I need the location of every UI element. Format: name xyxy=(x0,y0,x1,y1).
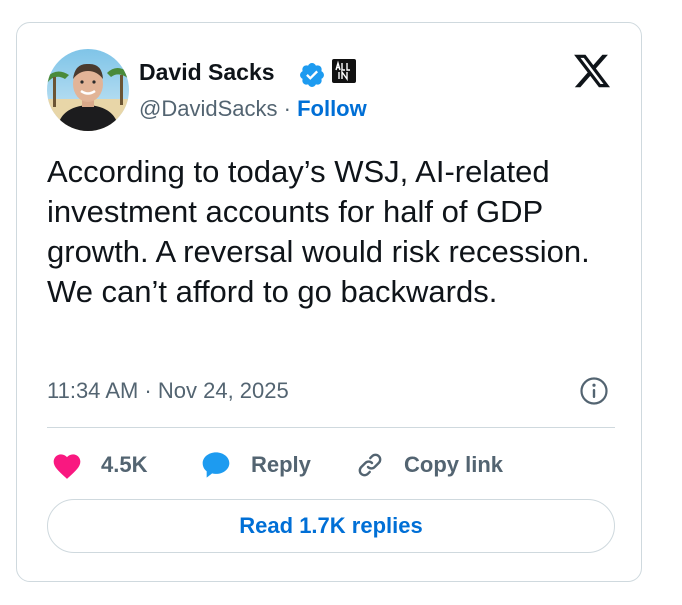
handle-row: @DavidSacks · Follow xyxy=(139,96,367,122)
follow-link[interactable]: Follow xyxy=(297,96,367,121)
copy-link-label: Copy link xyxy=(404,452,504,477)
link-icon xyxy=(358,453,382,477)
reply-button[interactable]: Reply xyxy=(199,447,311,483)
divider xyxy=(47,427,615,428)
info-icon[interactable] xyxy=(579,376,609,406)
heart-icon xyxy=(53,454,81,479)
x-logo-icon[interactable] xyxy=(570,51,614,91)
speech-bubble-icon xyxy=(202,452,230,478)
read-replies-button[interactable]: Read 1.7K replies xyxy=(47,499,615,553)
timestamp[interactable]: 11:34 AM · Nov 24, 2025 xyxy=(47,378,289,404)
display-name[interactable]: David Sacks xyxy=(139,59,275,86)
handle[interactable]: @DavidSacks xyxy=(139,96,278,121)
tweet-text: According to today’s WSJ, AI-related inv… xyxy=(47,154,590,309)
reply-label: Reply xyxy=(251,452,311,477)
like-count: 4.5K xyxy=(101,452,148,477)
like-button[interactable]: 4.5K xyxy=(51,447,147,483)
verified-badge-icon xyxy=(300,63,324,87)
read-replies-label: Read 1.7K replies xyxy=(239,513,423,538)
affiliate-badge-logo xyxy=(333,60,355,82)
handle-separator: · xyxy=(283,96,298,121)
affiliate-badge-icon[interactable] xyxy=(332,59,356,83)
tweet-card: David Sacks @DavidSacks · Follow Accordi… xyxy=(16,22,642,582)
copy-link-button[interactable]: Copy link xyxy=(354,447,503,483)
avatar-image xyxy=(47,49,129,131)
avatar[interactable] xyxy=(47,49,129,131)
